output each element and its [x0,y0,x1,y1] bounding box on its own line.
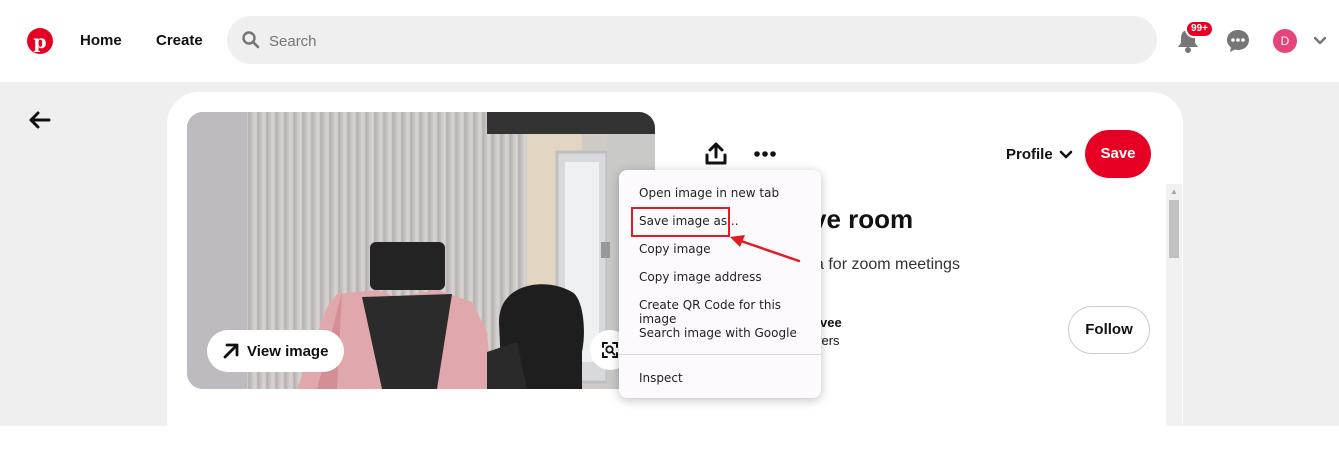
nav-create-link[interactable]: Create [156,32,203,49]
chevron-down-icon [1059,150,1072,158]
pin-title: ve room [812,204,914,234]
ctx-copy-image-address[interactable]: Copy image address [639,270,762,284]
messages-icon[interactable] [1225,28,1251,54]
save-pin-button[interactable]: Save [1085,130,1151,178]
view-image-label: View image [247,342,329,360]
share-icon[interactable] [705,142,727,166]
back-arrow-icon[interactable] [28,110,52,130]
account-chevron-down-icon[interactable] [1313,36,1327,46]
pinterest-logo-icon[interactable]: p [27,28,53,54]
context-menu-separator [619,354,821,355]
profile-dropdown-label: Profile [1006,146,1053,163]
scroll-up-arrow-icon[interactable]: ▲ [1170,187,1178,196]
follow-button[interactable]: Follow [1068,306,1150,354]
ctx-copy-image[interactable]: Copy image [639,242,711,256]
view-image-button[interactable]: View image [207,330,345,372]
more-options-icon[interactable] [753,146,777,162]
search-bar[interactable] [227,16,1157,64]
pin-description: a for zoom meetings [815,256,960,273]
nav-home-link[interactable]: Home [80,32,122,49]
board-profile-dropdown[interactable]: Profile [1006,146,1073,163]
ctx-inspect[interactable]: Inspect [639,371,683,385]
notifications-badge: 99+ [1185,20,1214,38]
ctx-open-image-new-tab[interactable]: Open image in new tab [639,186,779,200]
user-avatar[interactable]: D [1273,29,1297,53]
search-icon [242,31,260,49]
annotation-highlight-box [631,207,730,237]
ctx-create-qr-code[interactable]: Create QR Code for this image [639,298,821,326]
arrow-up-right-icon [223,343,239,359]
annotation-arrow-icon [730,235,801,263]
ctx-search-image-google[interactable]: Search image with Google [639,326,797,340]
browser-context-menu: Open image in new tab Save image as... C… [619,170,821,398]
scrollbar-thumb[interactable] [1169,200,1179,258]
svg-text:p: p [33,31,46,53]
top-nav-bar: p Home Create 99+ D [0,0,1339,82]
search-input[interactable] [267,24,1131,58]
